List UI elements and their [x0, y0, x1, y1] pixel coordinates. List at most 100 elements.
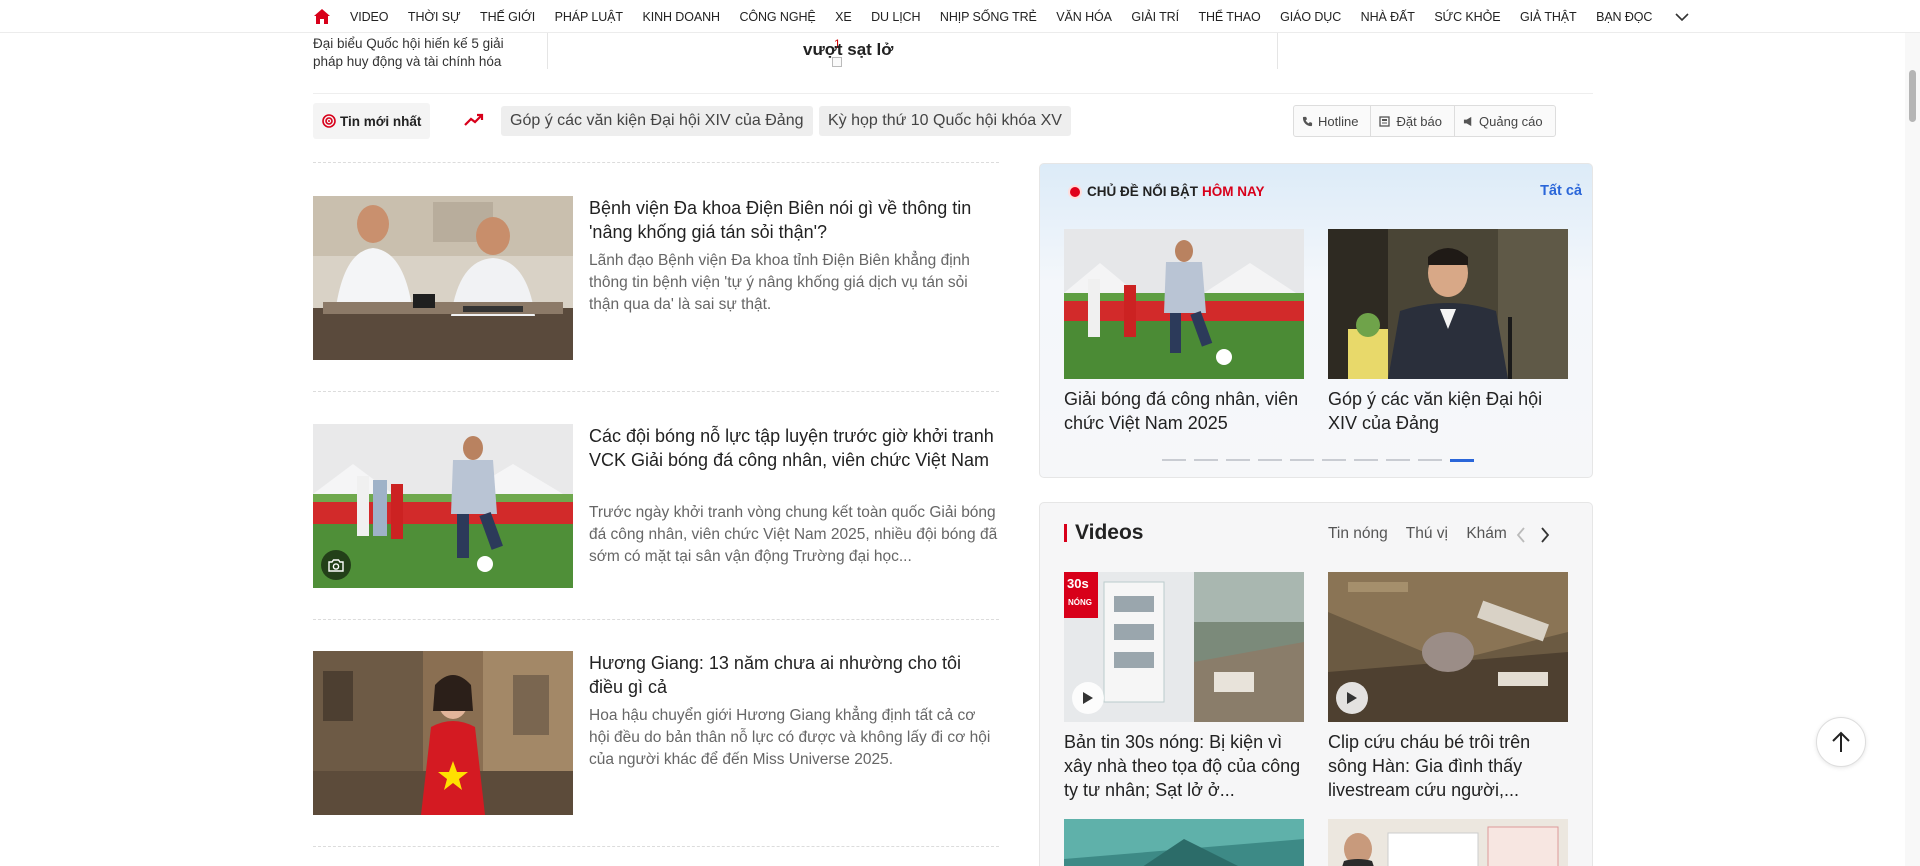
nav-item-gia-that[interactable]: GIẢ THẬT [1520, 10, 1577, 24]
nav-item-the-thao[interactable]: THỂ THAO [1198, 10, 1260, 24]
article-thumbnail[interactable] [313, 196, 573, 360]
hot-topic-card[interactable]: Góp ý các văn kiện Đại hội XIV của Đảng [1328, 229, 1568, 435]
article-thumbnail[interactable] [313, 651, 573, 815]
camera-icon [321, 550, 351, 580]
nav-item-nha-dat[interactable]: NHÀ ĐẤT [1361, 10, 1415, 24]
nav-item-thoi-su[interactable]: THỜI SỰ [408, 10, 461, 24]
nav-item-suc-khoe[interactable]: SỨC KHỎE [1434, 10, 1500, 24]
video-title[interactable]: Clip cứu cháu bé trôi trên sông Hàn: Gia… [1328, 730, 1568, 802]
carousel-dot[interactable] [1322, 459, 1346, 461]
videos-box: Videos Tin nóng Thú vị Khám phá [1039, 502, 1593, 866]
utility-links: Hotline Đặt báo Quảng cáo [1293, 105, 1556, 137]
nav-item-phap-luat[interactable]: PHÁP LUẬT [555, 10, 623, 24]
trending-icon [464, 113, 484, 132]
videos-heading: Videos [1064, 521, 1143, 545]
divider [1277, 33, 1278, 69]
nav-item-cong-nghe[interactable]: CÔNG NGHỆ [739, 10, 815, 24]
hot-topic-title[interactable]: Giải bóng đá công nhân, viên chức Việt N… [1064, 387, 1304, 435]
video-thumbnail[interactable] [1328, 819, 1568, 866]
video-card[interactable]: 30s NÓNG Bản tin 30s nóng: Bị kiện vì xâ… [1064, 572, 1304, 802]
carousel-dot[interactable] [1450, 459, 1474, 462]
video-thumbnail[interactable] [1064, 819, 1304, 866]
article-item[interactable]: Bệnh viện Đa khoa Điện Biên nói gì về th… [313, 196, 999, 360]
subscribe-button[interactable]: Đặt báo [1371, 106, 1456, 136]
tag-chip-ky-hop[interactable]: Kỳ họp thứ 10 Quốc hội khóa XV [819, 106, 1071, 136]
hot-topics-box: CHỦ ĐỀ NỔI BẬT HÔM NAY Tất cả Giải bóng … [1039, 163, 1593, 478]
carousel-dot[interactable] [1226, 459, 1250, 461]
divider [313, 846, 999, 847]
article-sapo: Trước ngày khởi tranh vòng chung kết toà… [589, 504, 998, 565]
article-item[interactable]: Các đội bóng nỗ lực tập luyện trước giờ … [313, 424, 999, 588]
tag-chip-gop-y[interactable]: Góp ý các văn kiện Đại hội XIV của Đảng [501, 106, 813, 136]
poll-option-text[interactable]: Đại biểu Quốc hội hiến kế 5 giải pháp hu… [313, 35, 523, 71]
video-thumbnail[interactable] [1328, 572, 1568, 722]
video-card[interactable]: Clip cứu cháu bé trôi trên sông Hàn: Gia… [1328, 572, 1568, 802]
carousel-dot[interactable] [1194, 459, 1218, 461]
hot-topic-card[interactable]: Giải bóng đá công nhân, viên chức Việt N… [1064, 229, 1304, 435]
hotline-button[interactable]: Hotline [1294, 106, 1372, 136]
badge-nong: NÓNG [1068, 598, 1092, 607]
chevron-left-icon[interactable] [1516, 527, 1526, 548]
megaphone-icon [1463, 116, 1472, 126]
play-icon[interactable] [1336, 682, 1368, 714]
scrollbar[interactable] [1905, 0, 1920, 866]
carousel-dot[interactable] [1354, 459, 1378, 461]
hot-topic-title[interactable]: Góp ý các văn kiện Đại hội XIV của Đảng [1328, 387, 1568, 435]
nav-item-giao-duc[interactable]: GIÁO DỤC [1280, 10, 1341, 24]
latest-news-button[interactable]: Tin mới nhất [313, 103, 431, 139]
live-dot-icon [1070, 186, 1080, 197]
carousel-dot[interactable] [1258, 459, 1282, 461]
ads-label: Quảng cáo [1479, 113, 1543, 129]
target-icon [322, 114, 336, 131]
article-title[interactable]: Các đội bóng nỗ lực tập luyện trước giờ … [589, 424, 999, 472]
nav-item-ban-doc[interactable]: BẠN ĐỌC [1596, 10, 1652, 24]
hot-topic-image[interactable] [1328, 229, 1568, 379]
video-thumbnail[interactable]: 30s NÓNG [1064, 572, 1304, 722]
hot-topics-title: CHỦ ĐỀ NỔI BẬT [1087, 184, 1198, 199]
play-icon[interactable] [1072, 682, 1104, 714]
nav-item-xe[interactable]: XE [835, 10, 852, 24]
article-item[interactable]: Hương Giang: 13 năm chưa ai nhường cho t… [313, 651, 999, 815]
divider [313, 619, 999, 620]
divider [547, 33, 548, 69]
nav-item-video[interactable]: VIDEO [350, 10, 389, 24]
tab-thu-vi[interactable]: Thú vị [1406, 525, 1448, 542]
tab-kham-pha[interactable]: Khám phá [1466, 525, 1510, 542]
phone-icon [1302, 116, 1313, 126]
hotline-label: Hotline [1318, 113, 1359, 129]
chevron-right-icon[interactable] [1540, 527, 1550, 548]
article-thumbnail[interactable] [313, 424, 573, 588]
carousel-dot[interactable] [1386, 459, 1410, 461]
article-title[interactable]: Bệnh viện Đa khoa Điện Biên nói gì về th… [589, 196, 999, 244]
latest-news-label: Tin mới nhất [340, 113, 422, 129]
carousel-dot[interactable] [1418, 459, 1442, 461]
article-title-partial[interactable]: vượt sạt lở [803, 40, 893, 60]
nav-item-nhip-song-tre[interactable]: NHỊP SỐNG TRẺ [940, 10, 1037, 24]
carousel-dot[interactable] [1290, 459, 1314, 461]
divider [313, 93, 1593, 94]
tab-tin-nong[interactable]: Tin nóng [1328, 525, 1388, 542]
hot-topics-heading: CHỦ ĐỀ NỔI BẬT HÔM NAY [1070, 184, 1265, 199]
nav-item-the-gioi[interactable]: THẾ GIỚI [480, 10, 535, 24]
hot-topic-image[interactable] [1064, 229, 1304, 379]
subscribe-label: Đặt báo [1396, 113, 1443, 129]
divider [313, 391, 999, 392]
video-title[interactable]: Bản tin 30s nóng: Bị kiện vì xây nhà the… [1064, 730, 1304, 802]
see-all-link[interactable]: Tất cả [1540, 183, 1582, 199]
scrollbar-thumb[interactable] [1909, 70, 1916, 122]
nav-item-van-hoa[interactable]: VĂN HÓA [1056, 10, 1112, 24]
divider [313, 162, 999, 163]
ads-button[interactable]: Quảng cáo [1455, 106, 1555, 136]
nav-item-giai-tri[interactable]: GIẢI TRÍ [1131, 10, 1179, 24]
chevron-down-icon[interactable] [1674, 9, 1690, 25]
videos-tabs: Tin nóng Thú vị Khám phá [1328, 525, 1510, 547]
carousel-dot[interactable] [1162, 459, 1186, 461]
videos-title[interactable]: Videos [1075, 521, 1143, 545]
heading-accent-bar [1064, 524, 1067, 542]
home-icon[interactable] [313, 8, 331, 26]
nav-item-kinh-doanh[interactable]: KINH DOANH [642, 10, 720, 24]
previous-content-row: Đại biểu Quốc hội hiến kế 5 giải pháp hu… [313, 33, 1593, 71]
article-title[interactable]: Hương Giang: 13 năm chưa ai nhường cho t… [589, 651, 999, 699]
back-to-top-button[interactable] [1816, 717, 1866, 767]
nav-item-du-lich[interactable]: DU LỊCH [871, 10, 920, 24]
